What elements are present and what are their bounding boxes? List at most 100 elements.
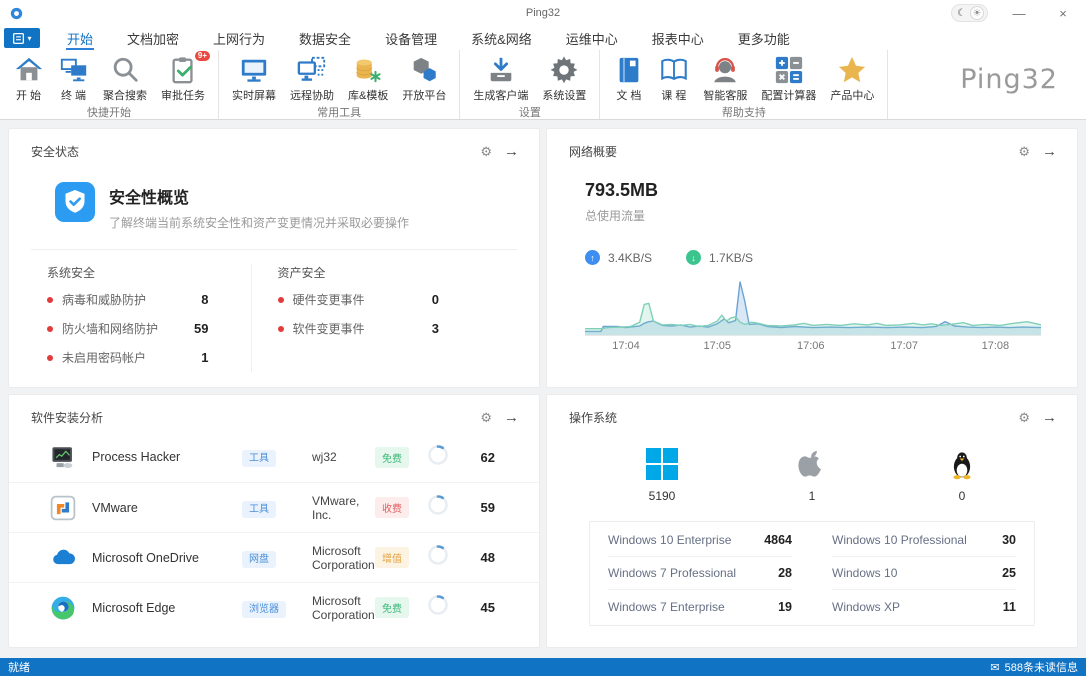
gear-icon[interactable]: ⚙ <box>480 144 492 160</box>
traffic-chart-x-axis: 17:0417:0517:0617:0717:08 <box>585 340 1041 356</box>
ribbon-item-label: 文 档 <box>616 87 641 103</box>
os-version-name: Windows 7 Professional <box>608 566 778 580</box>
ribbon-item-smart-service[interactable]: 智能客服 <box>696 52 754 103</box>
light-mode-icon[interactable]: ☀ <box>970 6 984 20</box>
ribbon-item-remote-assist[interactable]: 远程协助 <box>283 52 341 103</box>
ribbon-item-terminal[interactable]: 终 端 <box>51 52 96 103</box>
ribbon-item-courses[interactable]: 课 程 <box>651 52 696 103</box>
software-row[interactable]: Microsoft Edge浏览器Microsoft Corporation免费… <box>9 582 539 632</box>
os-platform-apple: 1 <box>737 442 887 503</box>
price-badge: 增值 <box>375 547 409 568</box>
close-button[interactable]: × <box>1050 6 1076 21</box>
gear-icon[interactable]: ⚙ <box>1018 410 1030 426</box>
processhacker-icon <box>49 443 77 471</box>
library-templates-icon <box>353 54 384 85</box>
ribbon-item-documents[interactable]: 文 档 <box>606 52 651 103</box>
os-version-row: Windows XP11 <box>832 590 1016 623</box>
ribbon-item-config-calculator[interactable]: 配置计算器 <box>754 52 823 103</box>
os-version-row: Windows 1025 <box>832 557 1016 590</box>
operating-system-card: 操作系统 ⚙ → 519010 Windows 10 Enterprise486… <box>546 394 1078 648</box>
os-version-row: Windows 10 Professional30 <box>832 524 1016 557</box>
os-version-name: Windows 10 <box>832 566 1002 580</box>
x-tick-label: 17:07 <box>890 340 918 352</box>
alert-dot-icon <box>278 326 284 332</box>
security-metric-row[interactable]: 未启用密码帐户1 <box>47 343 209 372</box>
minimize-button[interactable]: — <box>1006 6 1032 21</box>
security-metric-row[interactable]: 防火墙和网络防护59 <box>47 314 209 343</box>
ribbon-item-label: 课 程 <box>661 87 686 103</box>
tab-data-security[interactable]: 数据安全 <box>282 26 368 50</box>
category-badge: 网盘 <box>242 551 276 568</box>
courses-icon <box>658 54 689 85</box>
ribbon-toolbar: 开 始终 端聚合搜索9+审批任务快捷开始实时屏幕远程协助库&模板开放平台常用工具… <box>0 50 1086 120</box>
main-menu-button[interactable]: ▾ <box>4 28 40 48</box>
mail-icon: ✉ <box>990 661 999 674</box>
security-column-title: 资产安全 <box>278 264 440 281</box>
ribbon-item-label: 生成客户端 <box>473 87 528 103</box>
security-metric-row[interactable]: 硬件变更事件0 <box>278 285 440 314</box>
install-count: 48 <box>471 550 495 565</box>
theme-toggle[interactable]: ☾ ☀ <box>951 4 988 22</box>
dashboard: 安全状态 ⚙ → 安全性概览 了解终端当前系统安全性和资产变更情况并采取必要操作… <box>0 120 1086 658</box>
security-overview-desc: 了解终端当前系统安全性和资产变更情况并采取必要操作 <box>109 214 409 231</box>
config-calculator-icon <box>773 54 804 85</box>
tab-start[interactable]: 开始 <box>50 26 110 50</box>
software-row[interactable]: Process Hacker工具wj32免费62 <box>9 432 539 482</box>
tab-report-center[interactable]: 报表中心 <box>635 26 721 50</box>
ribbon-group: 文 档课 程智能客服配置计算器产品中心帮助支持 <box>600 50 888 119</box>
security-metric-row[interactable]: 软件变更事件3 <box>278 314 440 343</box>
ribbon-item-home[interactable]: 开 始 <box>6 52 51 103</box>
software-row[interactable]: Microsoft OneDrive网盘Microsoft Corporatio… <box>9 532 539 582</box>
ribbon-item-generate-client[interactable]: 生成客户端 <box>466 52 535 103</box>
product-center-icon <box>837 54 868 85</box>
card-title: 网络概要 <box>569 143 617 160</box>
tab-system-network[interactable]: 系统&网络 <box>454 26 549 50</box>
total-traffic-label: 总使用流量 <box>547 201 1077 224</box>
alert-dot-icon <box>278 297 284 303</box>
software-vendor: Microsoft Corporation <box>312 594 375 622</box>
tab-device-mgmt[interactable]: 设备管理 <box>368 26 454 50</box>
dark-mode-icon[interactable]: ☾ <box>955 8 968 19</box>
upload-speed: ↑ 3.4KB/S <box>585 250 652 265</box>
metric-label: 病毒和威胁防护 <box>62 291 201 308</box>
unread-messages[interactable]: ✉ 588条未读信息 <box>990 659 1078 675</box>
software-row[interactable]: VMware工具VMware, Inc.收费59 <box>9 482 539 532</box>
open-platform-icon <box>409 54 440 85</box>
metric-value: 3 <box>432 321 439 336</box>
ribbon-item-label: 系统设置 <box>542 87 586 103</box>
os-platform-count: 0 <box>959 489 966 503</box>
security-status-card: 安全状态 ⚙ → 安全性概览 了解终端当前系统安全性和资产变更情况并采取必要操作… <box>8 128 540 388</box>
price-badge: 免费 <box>375 447 409 468</box>
ribbon-item-label: 终 端 <box>61 87 86 103</box>
download-speed: ↓ 1.7KB/S <box>686 250 753 265</box>
gear-icon[interactable]: ⚙ <box>480 410 492 426</box>
ribbon-item-product-center[interactable]: 产品中心 <box>823 52 881 103</box>
ribbon-item-label: 远程协助 <box>290 87 334 103</box>
alert-dot-icon <box>47 355 53 361</box>
os-version-name: Windows 7 Enterprise <box>608 600 778 614</box>
tab-list: 开始文档加密上网行为数据安全设备管理系统&网络运维中心报表中心更多功能 <box>50 26 807 50</box>
gear-icon[interactable]: ⚙ <box>1018 144 1030 160</box>
ribbon-item-open-platform[interactable]: 开放平台 <box>395 52 453 103</box>
ribbon-item-system-settings[interactable]: 系统设置 <box>535 52 593 103</box>
os-version-row: Windows 10 Enterprise4864 <box>608 524 792 557</box>
tab-doc-encrypt[interactable]: 文档加密 <box>110 26 196 50</box>
metric-value: 1 <box>201 350 208 365</box>
tab-ops-center[interactable]: 运维中心 <box>549 26 635 50</box>
tab-more-features[interactable]: 更多功能 <box>721 26 807 50</box>
arrow-right-icon[interactable]: → <box>1042 409 1057 426</box>
ribbon-item-library-templates[interactable]: 库&模板 <box>341 52 395 103</box>
ribbon-item-label: 审批任务 <box>161 87 205 103</box>
aggregate-search-icon <box>110 54 141 85</box>
arrow-right-icon[interactable]: → <box>504 143 519 160</box>
ribbon-item-label: 开 始 <box>16 87 41 103</box>
arrow-right-icon[interactable]: → <box>504 409 519 426</box>
ribbon-item-approval-tasks[interactable]: 9+审批任务 <box>154 52 212 103</box>
window-title: Ping32 <box>526 7 560 19</box>
ribbon-item-realtime-screen[interactable]: 实时屏幕 <box>225 52 283 103</box>
tab-web-behavior[interactable]: 上网行为 <box>196 26 282 50</box>
arrow-right-icon[interactable]: → <box>1042 143 1057 160</box>
security-metric-row[interactable]: 病毒和威胁防护8 <box>47 285 209 314</box>
ribbon-item-aggregate-search[interactable]: 聚合搜索 <box>96 52 154 103</box>
security-column: 系统安全病毒和威胁防护8防火墙和网络防护59未启用密码帐户1 <box>9 264 251 372</box>
